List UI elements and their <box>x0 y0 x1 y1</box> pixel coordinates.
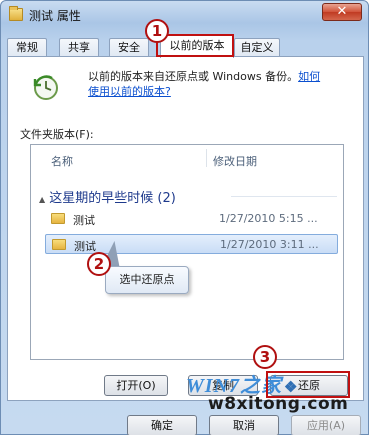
column-name[interactable]: 名称 <box>51 153 73 169</box>
highlight-box-tab <box>156 34 234 57</box>
description-text: 以前的版本来自还原点或 Windows 备份。如何 使用以前的版本? <box>88 69 353 99</box>
list-item[interactable]: 测试 1/27/2010 5:15 ... <box>45 209 338 229</box>
column-separator <box>206 149 207 167</box>
list-item-selected[interactable]: 测试 1/27/2010 3:11 ... <box>45 234 338 254</box>
folder-versions-label: 文件夹版本(F): <box>20 128 94 141</box>
group-expand-icon[interactable]: ▲ <box>39 195 45 204</box>
step-marker-1: 1 <box>145 19 169 43</box>
window-title: 测试 属性 <box>29 9 81 23</box>
help-link-prefix[interactable]: 如何 <box>298 70 320 83</box>
item-name: 测试 <box>73 214 95 227</box>
highlight-box-restore <box>266 371 350 398</box>
help-link[interactable]: 使用以前的版本? <box>88 85 171 98</box>
callout-tooltip: 选中还原点 <box>105 266 189 294</box>
tab-sharing[interactable]: 共享 <box>59 38 99 57</box>
versions-list[interactable]: 名称 修改日期 ▲ 这星期的早些时候 (2) 测试 1/27/2010 5:15… <box>30 144 344 360</box>
item-name: 测试 <box>74 240 96 253</box>
open-button[interactable]: 打开(O) <box>104 375 168 396</box>
column-header: 名称 修改日期 <box>31 145 343 173</box>
folder-icon <box>9 6 23 21</box>
group-header[interactable]: ▲ 这星期的早些时候 (2) <box>39 187 176 206</box>
folder-icon <box>51 213 65 224</box>
tab-security[interactable]: 安全 <box>109 38 149 57</box>
group-divider <box>231 196 337 197</box>
folder-icon <box>52 239 66 250</box>
group-label: 这星期的早些时候 (2) <box>49 191 176 206</box>
close-button[interactable]: ✕ <box>322 3 362 21</box>
step-marker-3: 3 <box>253 345 277 369</box>
title-bar[interactable]: 测试 属性 ✕ <box>1 1 368 29</box>
description-body: 以前的版本来自还原点或 Windows 备份。 <box>88 70 299 83</box>
column-modified-date[interactable]: 修改日期 <box>213 153 257 169</box>
tab-general[interactable]: 常规 <box>7 38 47 57</box>
close-icon: ✕ <box>336 4 348 19</box>
item-date: 1/27/2010 5:15 ... <box>219 212 318 225</box>
item-date: 1/27/2010 3:11 ... <box>220 238 319 251</box>
tab-customize[interactable]: 自定义 <box>234 38 280 57</box>
properties-window: 测试 属性 ✕ 常规 共享 安全 以前的版本 自定义 1 以前的版本来自还原点或… <box>0 0 369 435</box>
restore-point-icon <box>33 75 58 100</box>
tab-panel: 以前的版本来自还原点或 Windows 备份。如何 使用以前的版本? 文件夹版本… <box>7 56 364 401</box>
step-marker-2: 2 <box>87 252 111 276</box>
